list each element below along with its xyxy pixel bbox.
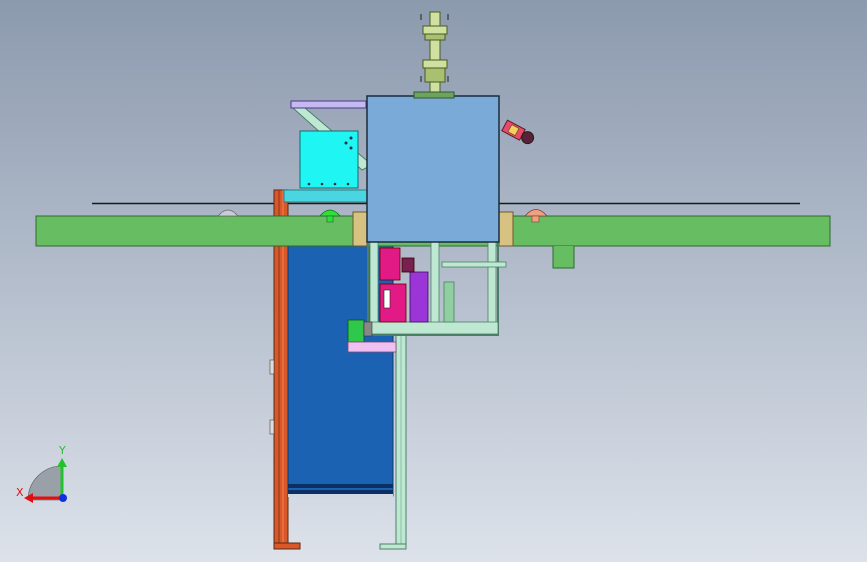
axis-triad: Y X [16, 444, 67, 503]
white-label [383, 289, 391, 309]
emergency-button [501, 119, 535, 145]
machine-drawing: Y X [16, 11, 831, 550]
top-plate [290, 100, 367, 109]
purple-component [409, 271, 429, 323]
cad-viewport[interactable]: Y X [0, 0, 867, 562]
main-housing [366, 95, 500, 243]
y-axis-label: Y [58, 444, 66, 457]
left-bracket [352, 211, 368, 247]
z-axis-dot [59, 494, 67, 502]
motor-box [299, 130, 359, 189]
spindle-shaft [413, 11, 455, 99]
right-bracket [498, 211, 514, 247]
magenta-component-top [379, 247, 401, 281]
left-gray-dome [217, 209, 239, 217]
x-axis-label: X [16, 486, 24, 499]
sensor-mount [363, 321, 373, 337]
y-arrow-icon [57, 458, 67, 467]
pink-base-plate [347, 341, 397, 353]
small-dark-block [401, 257, 415, 273]
triad-quadrant [27, 465, 63, 501]
upper-cyan-strip [283, 189, 375, 203]
green-sensor [347, 319, 365, 343]
